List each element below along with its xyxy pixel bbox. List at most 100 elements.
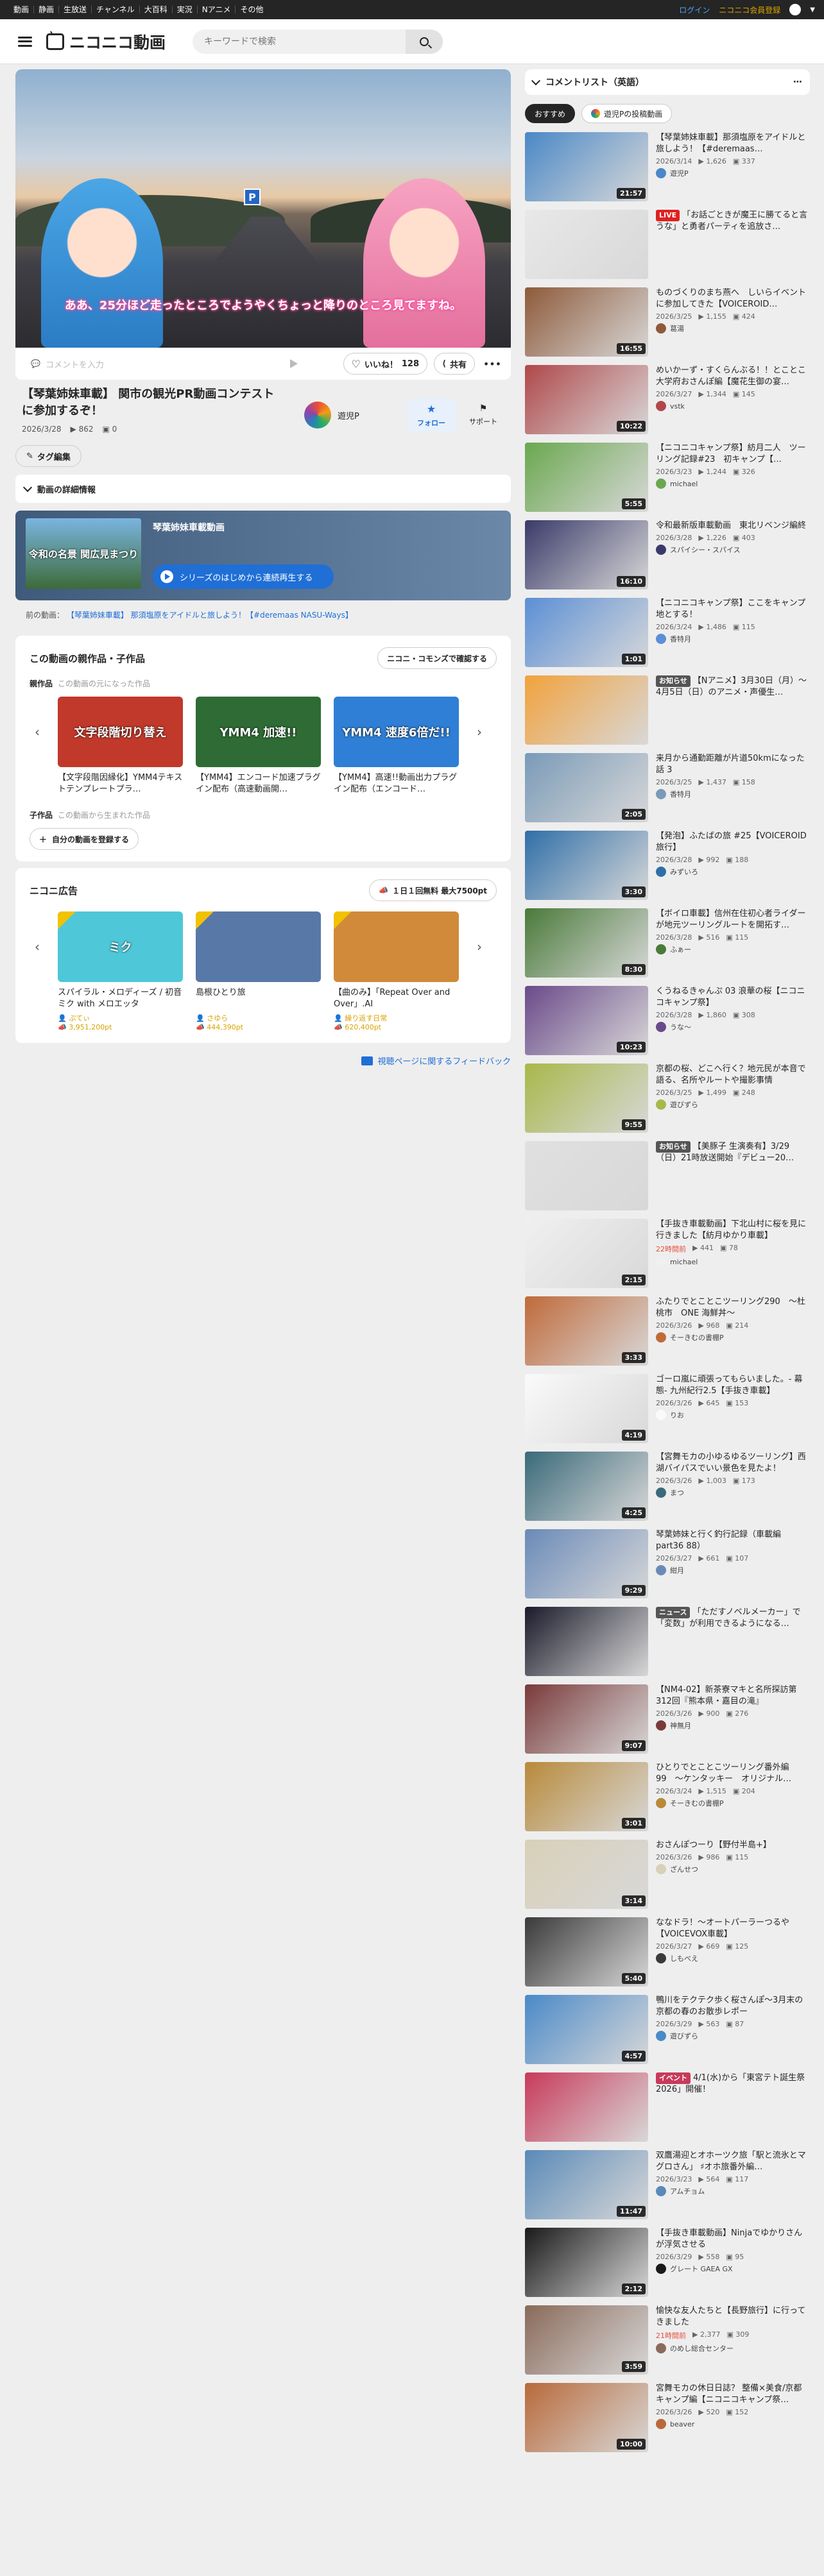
- item-user[interactable]: 遊びずら: [656, 1099, 810, 1110]
- item-thumbnail[interactable]: [525, 1141, 648, 1210]
- item-user[interactable]: しもべえ: [656, 1953, 810, 1963]
- parent-item[interactable]: YMM4 加速!! 【YMM4】エンコード加速プラグイン配布（高速動画開…: [196, 697, 321, 795]
- ad-item[interactable]: 【曲のみ】「Repeat Over and Over」.AI 👤 繰り返す日常 📣 …: [334, 911, 459, 1031]
- item-title[interactable]: 京都の桜、どこへ行く？地元民が本音で語る、名所やルートや撮影事情: [656, 1063, 810, 1087]
- item-thumbnail[interactable]: [525, 1607, 648, 1676]
- item-thumbnail[interactable]: 3:01: [525, 1762, 648, 1831]
- item-thumbnail[interactable]: 9:29: [525, 1529, 648, 1598]
- item-thumbnail[interactable]: 3:30: [525, 831, 648, 900]
- like-button[interactable]: ♡ いいね！ 128: [343, 353, 428, 375]
- item-title[interactable]: イベント 4/1(水)から「東宮テト誕生祭2026」開催！: [656, 2072, 810, 2096]
- premium-link[interactable]: ニコニコ会員登録: [719, 4, 780, 15]
- ad-title[interactable]: 【曲のみ】「Repeat Over and Over」.AI: [334, 987, 459, 1010]
- list-item[interactable]: イベント 4/1(水)から「東宮テト誕生祭2026」開催！: [525, 2070, 810, 2148]
- send-icon[interactable]: [290, 359, 298, 368]
- item-title[interactable]: 【ニコニコキャンプ祭】紡月二人 ツーリング記録#23 初キャンプ【…: [656, 443, 810, 466]
- top-nav-item[interactable]: 実況: [173, 6, 198, 13]
- item-title[interactable]: 双鷹湯迎とオホーツク旅「駅と流氷とマグロさん」 ♯オホ旅番外編…: [656, 2150, 810, 2173]
- item-thumbnail[interactable]: 16:55: [525, 287, 648, 357]
- prev-link[interactable]: 【琴葉姉妹車載】 那須塩原をアイドルと旅しよう！【#deremaas NASU-…: [67, 611, 353, 620]
- list-item[interactable]: 4:57 鴨川をテクテク歩く桜さんぽ〜3月末の京都の春のお散歩レポー 2026/3/…: [525, 1992, 810, 2070]
- item-title[interactable]: ゴーロ嵐に頑張ってもらいました。- 幕態- 九州紀行2.5【手抜き車載】: [656, 1374, 810, 1397]
- search-button[interactable]: [406, 29, 443, 54]
- list-item[interactable]: 3:33 ふたりでとことこツーリング290 〜杜桃市 ONE 海鮮丼〜 2026/3…: [525, 1294, 810, 1371]
- item-title[interactable]: ひとりでとことこツーリング番外編99 〜ケンタッキー オリジナル…: [656, 1762, 810, 1785]
- item-thumbnail[interactable]: 8:30: [525, 908, 648, 978]
- item-user[interactable]: ざんせつ: [656, 1864, 810, 1874]
- item-user[interactable]: グレート GAEA GX: [656, 2264, 810, 2274]
- list-item[interactable]: 10:00 宮舞モカの休日日誌？ 整備×美食/京都キャンプ編【ニコニコキャンプ祭……: [525, 2380, 810, 2458]
- list-item[interactable]: 4:25 【宮舞モカの小ゆるゆるツーリング】西湖バイパスでいい景色を見たよ！ 202…: [525, 1449, 810, 1527]
- item-user[interactable]: michael: [656, 479, 810, 489]
- list-item[interactable]: 10:22 めいかーず・すくらんぶる！！とことこ大学府おさんぽ編【魔花生御の宴… 2…: [525, 362, 810, 440]
- comment-input[interactable]: 💬 コメントを入力: [23, 353, 305, 375]
- item-user[interactable]: そーきむの書棚P: [656, 1332, 810, 1343]
- list-item[interactable]: 11:47 双鷹湯迎とオホーツク旅「駅と流氷とマグロさん」 ♯オホ旅番外編… 202…: [525, 2148, 810, 2225]
- chevron-left-icon[interactable]: ‹: [30, 911, 45, 982]
- list-item[interactable]: 1:01 【ニコニコキャンプ祭】ここをキャンプ地とする！ 2026/3/24 ▶ 1,…: [525, 595, 810, 673]
- item-user[interactable]: アムチョム: [656, 2186, 810, 2196]
- item-title[interactable]: 令和最新版車載動画 東北リベンジ編終: [656, 520, 810, 532]
- item-thumbnail[interactable]: 21:57: [525, 132, 648, 201]
- item-thumbnail[interactable]: 2:05: [525, 753, 648, 822]
- item-thumbnail[interactable]: 4:25: [525, 1452, 648, 1521]
- parent-thumbnail[interactable]: YMM4 速度6倍だ!!: [334, 697, 459, 767]
- ad-item[interactable]: 島根ひとり旅 👤 さゆら 📣 444,390pt: [196, 911, 321, 1031]
- ad-thumbnail[interactable]: ミク: [58, 911, 183, 982]
- list-item[interactable]: 2:12 【手抜き車載動画】Ninjaでゆかりさんが浮気させる 2026/3/29 ▶…: [525, 2225, 810, 2303]
- top-nav-item[interactable]: 生放送: [59, 6, 92, 13]
- list-item[interactable]: 2:05 来月から通勤距離が片道50kmになった話 3 2026/3/25 ▶ 1,4…: [525, 750, 810, 828]
- item-thumbnail[interactable]: 10:22: [525, 365, 648, 434]
- tab-recommend[interactable]: おすすめ: [525, 104, 576, 123]
- chevron-right-icon[interactable]: ›: [472, 697, 487, 767]
- item-title[interactable]: 【手抜き車載動画】Ninjaでゆかりさんが浮気させる: [656, 2228, 810, 2251]
- list-item[interactable]: 5:40 ななドラ！〜オートパーラーつるや【VOICEVOX車載】 2026/3/2…: [525, 1915, 810, 1992]
- list-item[interactable]: 3:59 愉快な友人たちと【長野旅行】に行ってきました 21時間前 ▶ 2,377 ▣ …: [525, 2303, 810, 2380]
- tag-edit-button[interactable]: ✎ タグ編集: [15, 445, 82, 467]
- item-thumbnail[interactable]: 2:15: [525, 1219, 648, 1288]
- item-title[interactable]: 来月から通勤距離が片道50kmになった話 3: [656, 753, 810, 776]
- item-user[interactable]: michael: [656, 1257, 810, 1267]
- list-item[interactable]: 3:01 ひとりでとことこツーリング番外編99 〜ケンタッキー オリジナル… 202…: [525, 1759, 810, 1837]
- login-link[interactable]: ログイン: [679, 4, 710, 15]
- list-item[interactable]: 9:29 琴葉姉妹と行く釣行記録（車載編 part36 88） 2026/3/27 ▶…: [525, 1527, 810, 1604]
- item-user[interactable]: 葛湯: [656, 323, 810, 334]
- parent-title[interactable]: 【文字段階因縁化】YMM4テキストテンプレートプラ…: [58, 772, 183, 795]
- item-user[interactable]: ふぁー: [656, 944, 810, 954]
- list-item[interactable]: 3:14 おさんぽつーり【野付半島+】 2026/3/26 ▶ 986 ▣ 115 ざんせ…: [525, 1837, 810, 1915]
- commons-button[interactable]: ニコニ・コモンズで確認する: [377, 647, 497, 669]
- item-thumbnail[interactable]: 4:57: [525, 1995, 648, 2064]
- item-thumbnail[interactable]: 3:59: [525, 2305, 648, 2375]
- feedback-link[interactable]: 視聴ページに関するフィードバック: [15, 1055, 511, 1067]
- list-item[interactable]: 16:55 ものづくりのまち燕へ しいらイベントに参加してきた【VOICEROID…: [525, 285, 810, 362]
- list-item[interactable]: 9:55 京都の桜、どこへ行く？地元民が本音で語る、名所やルートや撮影事情 2026…: [525, 1061, 810, 1139]
- item-title[interactable]: 【ボイロ車載】信州在住初心者ライダーが地元ツーリングルートを開拓す…: [656, 908, 810, 931]
- item-user[interactable]: 遊びずら: [656, 2031, 810, 2041]
- item-thumbnail[interactable]: 11:47: [525, 2150, 648, 2219]
- item-user[interactable]: beaver: [656, 2419, 810, 2429]
- item-title[interactable]: お知らせ 【Nアニメ】3月30日（月）〜4月5日（日）のアニメ・声優生…: [656, 675, 810, 699]
- item-thumbnail[interactable]: 5:55: [525, 443, 648, 512]
- list-item[interactable]: 16:10 令和最新版車載動画 東北リベンジ編終 2026/3/28 ▶ 1,226 ▣…: [525, 518, 810, 595]
- list-item[interactable]: お知らせ 【美豚子 生演奏有】3/29（日）21時放送開始『デビュー20…: [525, 1139, 810, 1216]
- list-item[interactable]: ニュース 「ただすノベルメーカー」で「変数」が利用できるようになる…: [525, 1604, 810, 1682]
- detail-toggle[interactable]: 動画の詳細情報: [15, 475, 511, 503]
- chevron-right-icon[interactable]: ›: [472, 911, 487, 982]
- top-nav-item[interactable]: Nアニメ: [198, 6, 236, 13]
- list-item[interactable]: 9:07 【NM4-02】新茶寮マキと名所探訪第312回『熊本県・嘉目の滝』 202…: [525, 1682, 810, 1759]
- item-thumbnail[interactable]: 9:55: [525, 1063, 648, 1133]
- item-title[interactable]: 琴葉姉妹と行く釣行記録（車載編 part36 88）: [656, 1529, 810, 1552]
- top-nav-item[interactable]: 静画: [34, 6, 60, 13]
- item-thumbnail[interactable]: 10:23: [525, 986, 648, 1055]
- item-user[interactable]: みずいろ: [656, 867, 810, 877]
- series-thumbnail[interactable]: 令和の名景 関広見まつり: [26, 518, 141, 589]
- item-title[interactable]: ニュース 「ただすノベルメーカー」で「変数」が利用できるようになる…: [656, 1607, 810, 1630]
- item-title[interactable]: 【ニコニコキャンプ祭】ここをキャンプ地とする！: [656, 598, 810, 621]
- item-title[interactable]: LIVE 「お話ごときが魔王に勝てると言うな」と勇者パーティを追放さ…: [656, 210, 810, 233]
- item-title[interactable]: 愉快な友人たちと【長野旅行】に行ってきました: [656, 2305, 810, 2328]
- item-title[interactable]: おさんぽつーり【野付半島+】: [656, 1840, 810, 1851]
- item-user[interactable]: 神無月: [656, 1720, 810, 1731]
- parent-item[interactable]: 文字段階切り替え 【文字段階因縁化】YMM4テキストテンプレートプラ…: [58, 697, 183, 795]
- parent-thumbnail[interactable]: YMM4 加速!!: [196, 697, 321, 767]
- item-user[interactable]: 紺月: [656, 1565, 810, 1575]
